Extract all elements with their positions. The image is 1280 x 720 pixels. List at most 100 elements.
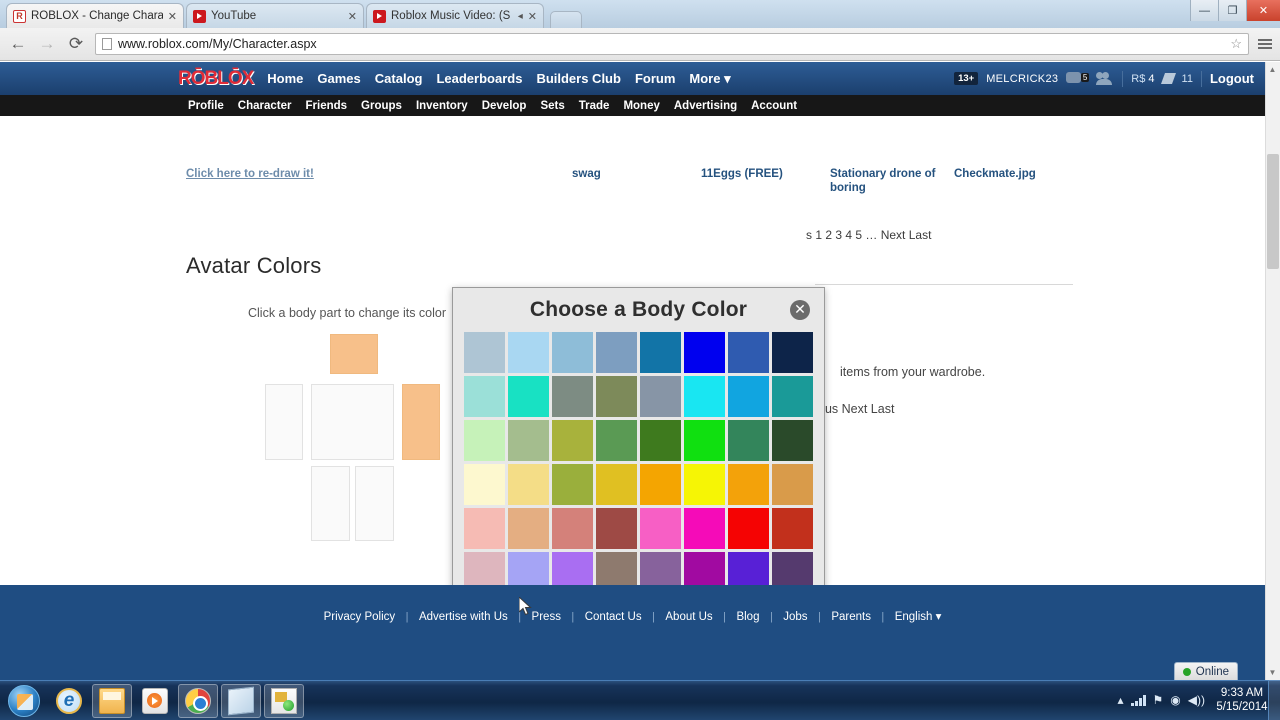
bg-link-swag[interactable]: swag [572,167,601,181]
online-status-badge[interactable]: Online [1173,662,1238,680]
color-swatch-r3-c8[interactable] [772,420,813,461]
taskbar-internet-explorer[interactable] [49,684,89,718]
avatar-part-right-leg[interactable] [355,466,394,541]
color-swatch-r1-c8[interactable] [772,332,813,373]
nav-more[interactable]: More ▾ [689,71,730,87]
color-swatch-r3-c5[interactable] [640,420,681,461]
nav-catalog[interactable]: Catalog [375,71,423,86]
bookmark-star-icon[interactable]: ☆ [1230,36,1242,52]
start-button[interactable] [2,684,46,718]
color-swatch-r3-c2[interactable] [508,420,549,461]
color-swatch-r2-c4[interactable] [596,376,637,417]
taskbar-screen-recorder[interactable] [264,683,304,718]
subnav-trade[interactable]: Trade [579,100,610,112]
avatar-part-right-arm[interactable] [402,384,440,460]
subnav-inventory[interactable]: Inventory [416,100,468,112]
nav-home[interactable]: Home [267,71,303,86]
subnav-account[interactable]: Account [751,100,797,112]
color-swatch-r4-c4[interactable] [596,464,637,505]
color-swatch-r5-c4[interactable] [596,508,637,549]
subnav-character[interactable]: Character [238,100,292,112]
color-swatch-r4-c6[interactable] [684,464,725,505]
messages-icon[interactable]: 5 [1066,71,1090,86]
color-swatch-r3-c1[interactable] [464,420,505,461]
color-swatch-r2-c5[interactable] [640,376,681,417]
footer-advertise[interactable]: Advertise with Us [419,611,508,623]
color-swatch-r1-c7[interactable] [728,332,769,373]
color-swatch-r5-c1[interactable] [464,508,505,549]
subnav-profile[interactable]: Profile [188,100,224,112]
antivirus-icon[interactable]: ◉ [1170,693,1180,707]
color-swatch-r1-c4[interactable] [596,332,637,373]
avatar-part-torso[interactable] [311,384,394,460]
color-swatch-r4-c2[interactable] [508,464,549,505]
color-swatch-r4-c1[interactable] [464,464,505,505]
color-swatch-r2-c3[interactable] [552,376,593,417]
pagination-top[interactable]: s 1 2 3 4 5 … Next Last [806,228,931,242]
flag-action-center-icon[interactable]: ⚑ [1153,693,1164,707]
pagination-bottom[interactable]: ous Next Last [818,402,894,416]
color-swatch-r2-c8[interactable] [772,376,813,417]
color-swatch-r3-c4[interactable] [596,420,637,461]
subnav-advertising[interactable]: Advertising [674,100,737,112]
color-swatch-r5-c6[interactable] [684,508,725,549]
show-desktop-button[interactable] [1268,680,1280,720]
color-swatch-r1-c3[interactable] [552,332,593,373]
color-swatch-r4-c3[interactable] [552,464,593,505]
scrollbar-thumb[interactable] [1267,154,1279,269]
close-icon[interactable]: ✕ [790,300,810,320]
bg-link-eggs[interactable]: 11Eggs (FREE) [701,167,783,181]
clock[interactable]: 9:33 AM 5/15/2014 [1212,686,1272,714]
subnav-sets[interactable]: Sets [540,100,564,112]
avatar-part-left-leg[interactable] [311,466,350,541]
color-swatch-r4-c7[interactable] [728,464,769,505]
footer-privacy-policy[interactable]: Privacy Policy [324,611,396,623]
avatar-part-left-arm[interactable] [265,384,303,460]
new-tab-button[interactable] [550,11,582,28]
footer-parents[interactable]: Parents [831,611,871,623]
color-swatch-r1-c5[interactable] [640,332,681,373]
subnav-develop[interactable]: Develop [482,100,527,112]
subnav-friends[interactable]: Friends [306,100,348,112]
color-swatch-r1-c2[interactable] [508,332,549,373]
color-swatch-r3-c7[interactable] [728,420,769,461]
scroll-down-icon[interactable]: ▼ [1267,668,1278,677]
scroll-up-icon[interactable]: ▲ [1267,65,1278,74]
reload-icon[interactable]: ⟳ [66,34,86,54]
nav-builders-club[interactable]: Builders Club [536,71,621,86]
color-swatch-r4-c8[interactable] [772,464,813,505]
browser-tab-1[interactable]: YouTube ✕ [186,3,364,28]
bg-link-drone[interactable]: Stationary drone of boring [830,167,948,195]
color-swatch-r3-c6[interactable] [684,420,725,461]
taskbar-media-player[interactable] [135,684,175,718]
avatar-part-head[interactable] [330,334,378,374]
color-swatch-r2-c2[interactable] [508,376,549,417]
color-swatch-r5-c5[interactable] [640,508,681,549]
nav-games[interactable]: Games [317,71,360,86]
show-hidden-icons-icon[interactable]: ▴ [1117,693,1123,707]
color-swatch-r5-c7[interactable] [728,508,769,549]
forward-icon[interactable]: → [37,34,57,54]
footer-jobs[interactable]: Jobs [783,611,807,623]
address-bar[interactable]: www.roblox.com/My/Character.aspx ☆ [95,33,1249,55]
taskbar-notepad[interactable] [221,683,261,718]
color-swatch-r5-c3[interactable] [552,508,593,549]
taskbar-chrome[interactable] [178,683,218,718]
close-window-button[interactable]: ✕ [1246,0,1280,21]
color-swatch-r5-c8[interactable] [772,508,813,549]
friends-icon[interactable] [1096,72,1114,85]
color-swatch-r4-c5[interactable] [640,464,681,505]
subnav-money[interactable]: Money [623,100,659,112]
color-swatch-r3-c3[interactable] [552,420,593,461]
footer-contact[interactable]: Contact Us [585,611,642,623]
page-scrollbar[interactable]: ▲ ▼ [1265,62,1280,680]
footer-about[interactable]: About Us [665,611,712,623]
logout-link[interactable]: Logout [1210,71,1254,86]
roblox-logo[interactable]: RŌBLŌX [178,68,254,90]
maximize-button[interactable]: ❐ [1218,0,1246,21]
tab-close-icon[interactable]: ✕ [168,10,177,23]
footer-press[interactable]: Press [532,611,561,623]
color-swatch-r1-c6[interactable] [684,332,725,373]
footer-language-selector[interactable]: English ▾ [895,611,942,623]
footer-blog[interactable]: Blog [736,611,759,623]
